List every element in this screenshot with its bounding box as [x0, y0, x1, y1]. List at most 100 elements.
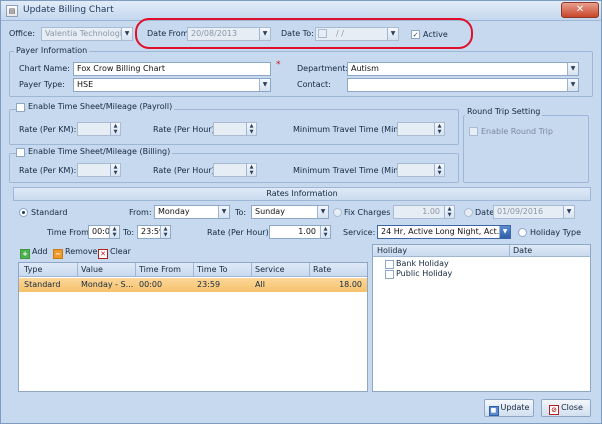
- chart-name-input[interactable]: Fox Crow Billing Chart: [73, 62, 271, 76]
- add-button[interactable]: + Add: [20, 247, 48, 259]
- time-to-input[interactable]: 23:59 ▲ ▼: [137, 225, 171, 239]
- cell-service: All: [255, 280, 265, 289]
- billing-rate-hour-label: Rate (Per Hour):: [153, 166, 218, 175]
- public-holiday-checkbox[interactable]: [385, 270, 394, 279]
- clear-icon: ✕: [98, 249, 108, 259]
- payer-type-select[interactable]: HSE ▼: [73, 78, 271, 92]
- remove-button[interactable]: − Remove: [53, 247, 97, 259]
- update-label: Update: [500, 403, 530, 412]
- list-item: Bank Holiday: [396, 259, 449, 268]
- chevron-down-icon[interactable]: ▼: [317, 206, 328, 218]
- round-trip-group: [463, 115, 589, 183]
- column-separator[interactable]: [251, 263, 252, 277]
- billing-rate-km-input[interactable]: ▲ ▼: [77, 163, 121, 177]
- rates-information-header: Rates Information: [13, 187, 591, 201]
- fix-charges-value: 1.00: [422, 207, 440, 216]
- column-header[interactable]: Service: [255, 265, 285, 274]
- spinner-icon[interactable]: ▲ ▼: [444, 206, 454, 218]
- column-header[interactable]: Date: [513, 246, 532, 255]
- standard-radio[interactable]: [19, 208, 28, 217]
- spinner-icon[interactable]: ▲ ▼: [434, 123, 444, 135]
- cell-rate: 18.00: [339, 280, 362, 289]
- payroll-rate-km-input[interactable]: ▲ ▼: [77, 122, 121, 136]
- cell-value: Monday - S...: [81, 280, 134, 289]
- spinner-icon[interactable]: ▲ ▼: [160, 226, 170, 238]
- holiday-type-radio[interactable]: [518, 228, 527, 237]
- window-title: Update Billing Chart: [23, 5, 114, 15]
- rate-hour-input[interactable]: 1.00 ▲ ▼: [269, 225, 331, 239]
- billing-enable-checkbox[interactable]: [16, 148, 25, 157]
- office-select[interactable]: Valentia Technologies ▼: [41, 27, 133, 41]
- payroll-min-travel-input[interactable]: ▲ ▼: [397, 122, 445, 136]
- round-trip-checkbox[interactable]: [469, 127, 478, 136]
- add-icon: +: [20, 249, 30, 259]
- spinner-icon[interactable]: ▲ ▼: [434, 164, 444, 176]
- column-separator[interactable]: [193, 263, 194, 277]
- time-from-label: Time From:: [47, 228, 92, 237]
- department-select[interactable]: Autism ▼: [347, 62, 579, 76]
- time-from-input[interactable]: 00:00 ▲ ▼: [88, 225, 120, 239]
- chevron-down-icon[interactable]: ▼: [567, 63, 578, 75]
- chevron-down-icon[interactable]: ▼: [567, 79, 578, 91]
- column-header[interactable]: Rate: [313, 265, 331, 274]
- from-day-select[interactable]: Monday ▼: [154, 205, 230, 219]
- contact-label: Contact:: [297, 80, 331, 89]
- chevron-down-icon[interactable]: ▼: [499, 226, 510, 238]
- column-separator[interactable]: [309, 263, 310, 277]
- chevron-down-icon[interactable]: ▼: [563, 206, 574, 218]
- billing-min-travel-label: Minimum Travel Time (Mins):: [293, 166, 409, 175]
- payroll-rate-hour-label: Rate (Per Hour):: [153, 125, 218, 134]
- office-value: Valentia Technologies: [45, 29, 132, 38]
- payroll-rate-km-label: Rate (Per KM):: [19, 125, 77, 134]
- clear-button[interactable]: ✕ Clear: [98, 247, 131, 259]
- update-button[interactable]: ■ Update: [484, 399, 534, 417]
- spinner-icon[interactable]: ▲ ▼: [246, 164, 256, 176]
- billing-group-title: Enable Time Sheet/Mileage (Billing): [26, 147, 173, 156]
- required-marker: *: [276, 60, 281, 70]
- chevron-down-icon[interactable]: ▼: [259, 79, 270, 91]
- contact-select[interactable]: ▼: [347, 78, 579, 92]
- chevron-down-icon[interactable]: ▼: [218, 206, 229, 218]
- fix-charges-radio[interactable]: [333, 208, 342, 217]
- close-button[interactable]: ⊘ Close: [541, 399, 591, 417]
- billing-min-travel-input[interactable]: ▲ ▼: [397, 163, 445, 177]
- column-header[interactable]: Value: [81, 265, 103, 274]
- payroll-rate-hour-input[interactable]: ▲ ▼: [213, 122, 257, 136]
- column-header[interactable]: Time From: [139, 265, 181, 274]
- column-separator[interactable]: [135, 263, 136, 277]
- payer-information-title: Payer Information: [14, 46, 90, 55]
- spinner-icon[interactable]: ▲ ▼: [109, 226, 119, 238]
- service-label: Service:: [343, 228, 376, 237]
- spinner-icon[interactable]: ▲ ▼: [110, 164, 120, 176]
- column-separator[interactable]: [509, 245, 510, 257]
- rates-grid[interactable]: Type Value Time From Time To Service Rat…: [18, 262, 368, 392]
- service-select[interactable]: 24 Hr, Active Long Night, Act... ▼: [377, 225, 511, 239]
- table-row[interactable]: Standard Monday - S... 00:00 23:59 All 1…: [19, 278, 367, 292]
- payroll-enable-checkbox[interactable]: [16, 103, 25, 112]
- chevron-down-icon[interactable]: ▼: [121, 28, 132, 40]
- payroll-min-travel-label: Minimum Travel Time (Mins):: [293, 125, 409, 134]
- holiday-grid[interactable]: Holiday Date Bank Holiday Public Holiday: [372, 244, 591, 392]
- column-header[interactable]: Time To: [197, 265, 228, 274]
- chart-name-label: Chart Name:: [19, 64, 70, 73]
- cell-type: Standard: [24, 280, 61, 289]
- spinner-icon[interactable]: ▲ ▼: [320, 226, 330, 238]
- spinner-icon[interactable]: ▲ ▼: [246, 123, 256, 135]
- spinner-icon[interactable]: ▲ ▼: [110, 123, 120, 135]
- date-radio[interactable]: [464, 208, 473, 217]
- time-to-label: To:: [123, 228, 135, 237]
- column-separator[interactable]: [77, 263, 78, 277]
- window-close-button[interactable]: ✕: [561, 2, 599, 18]
- payer-type-value: HSE: [77, 80, 94, 89]
- round-trip-title: Round Trip Setting: [465, 107, 543, 116]
- bank-holiday-checkbox[interactable]: [385, 260, 394, 269]
- holiday-date-field[interactable]: 01/09/2016 ▼: [493, 205, 575, 219]
- column-header[interactable]: Type: [24, 265, 42, 274]
- cell-time-to: 23:59: [197, 280, 221, 289]
- fix-charges-input[interactable]: 1.00 ▲ ▼: [393, 205, 455, 219]
- save-icon: ■: [488, 406, 499, 416]
- billing-rate-hour-input[interactable]: ▲ ▼: [213, 163, 257, 177]
- to-day-select[interactable]: Sunday ▼: [251, 205, 329, 219]
- column-header[interactable]: Holiday: [377, 246, 407, 255]
- round-trip-label: Enable Round Trip: [481, 127, 553, 136]
